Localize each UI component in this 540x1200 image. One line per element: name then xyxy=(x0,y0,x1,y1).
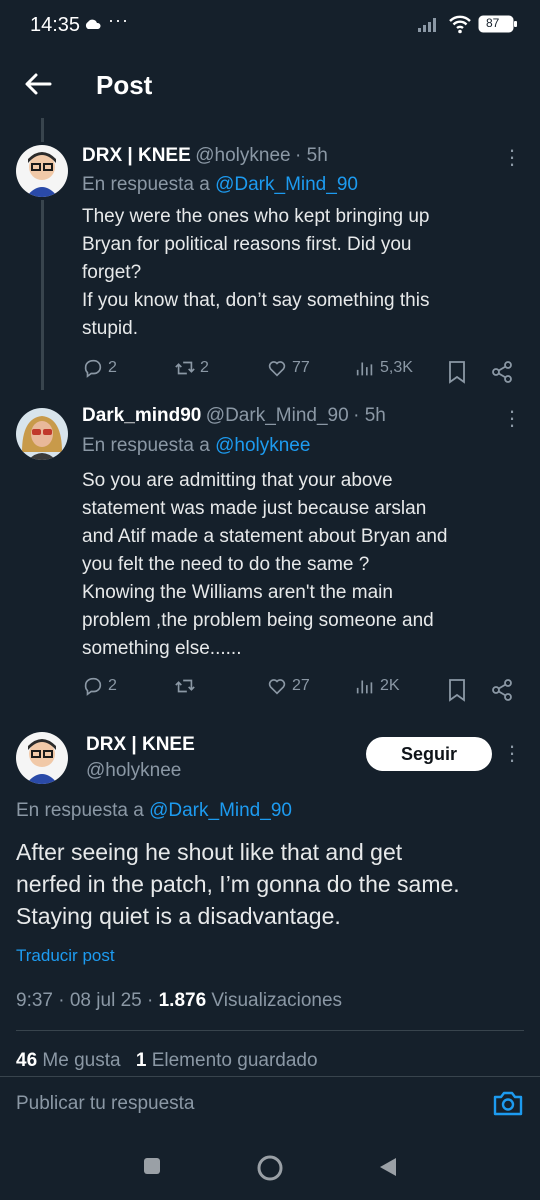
tweet-header: Dark_mind90 @Dark_Mind_90 · 5h xyxy=(82,405,386,427)
reply-context: En respuesta a @Dark_Mind_90 xyxy=(16,800,292,822)
reply-icon xyxy=(84,677,102,696)
like-button[interactable]: 77 xyxy=(266,357,310,379)
handle[interactable]: @holyknee xyxy=(195,145,290,166)
tweet-text: So you are admitting that your above sta… xyxy=(82,470,448,659)
recents-square-icon[interactable] xyxy=(143,1157,161,1175)
likes-count[interactable]: 46 xyxy=(16,1050,37,1071)
reply-context: En respuesta a @holyknee xyxy=(82,435,310,457)
reply-icon xyxy=(84,359,102,378)
tweet-actions: 2 2 77 5,3K xyxy=(82,357,522,387)
reply-count: 2 xyxy=(108,677,117,694)
thread-connector xyxy=(41,200,44,390)
reply-mention-link[interactable]: @Dark_Mind_90 xyxy=(215,174,358,195)
like-count: 27 xyxy=(292,677,310,694)
saves-count[interactable]: 1 xyxy=(136,1050,147,1071)
share-icon[interactable] xyxy=(490,360,514,384)
tweet-timestamp-row: 9:37 · 08 jul 25 · 1.876 Visualizaciones xyxy=(16,990,342,1012)
page-title: Post xyxy=(96,70,153,100)
retweet-count: 2 xyxy=(200,359,209,376)
display-name[interactable]: DRX | KNEE xyxy=(82,145,191,166)
handle[interactable]: @holyknee xyxy=(86,760,181,782)
follow-button[interactable]: Seguir xyxy=(366,737,492,771)
engagement-stats: 46 Me gusta 1 Elemento guardado xyxy=(16,1050,318,1076)
reply-prefix: En respuesta a xyxy=(16,800,144,821)
like-button[interactable]: 27 xyxy=(266,675,310,697)
views-label: Visualizaciones xyxy=(211,990,343,1011)
views-count: 2K xyxy=(380,677,400,694)
more-options-icon[interactable]: · · · xyxy=(506,400,518,436)
reply-count: 2 xyxy=(108,359,117,376)
retweet-button[interactable]: 2 xyxy=(174,357,209,379)
tweet-text: They were the ones who kept bringing up … xyxy=(82,206,430,339)
signal-icon xyxy=(418,18,436,32)
tweet-header: DRX | KNEE @holyknee · 5h xyxy=(82,145,328,167)
home-circle-icon[interactable] xyxy=(256,1154,284,1182)
camera-icon[interactable] xyxy=(492,1088,524,1118)
bookmark-icon[interactable] xyxy=(446,360,468,384)
battery-icon: 87 xyxy=(478,15,518,33)
saves-label[interactable]: Elemento guardado xyxy=(152,1050,318,1071)
status-time: 14:35 xyxy=(30,14,81,36)
main-tweet-text: After seeing he shout like that and get … xyxy=(16,839,460,929)
display-name[interactable]: DRX | KNEE xyxy=(86,734,195,756)
handle[interactable]: @Dark_Mind_90 xyxy=(206,405,349,426)
tweet-time: · 5h xyxy=(353,405,386,426)
retweet-button[interactable] xyxy=(174,675,200,697)
reply-mention-link[interactable]: @Dark_Mind_90 xyxy=(149,800,292,821)
cloud-icon xyxy=(85,19,101,29)
like-count: 77 xyxy=(292,359,310,376)
status-more-indicator: ··· xyxy=(108,10,129,30)
heart-icon xyxy=(268,361,286,377)
thread-connector xyxy=(41,118,44,142)
reply-button[interactable]: 2 xyxy=(82,675,117,697)
views-icon xyxy=(356,362,373,376)
tweet-actions: 2 27 2K xyxy=(82,675,522,705)
share-icon[interactable] xyxy=(490,678,514,702)
reply-button[interactable]: 2 xyxy=(82,357,117,379)
bookmark-icon[interactable] xyxy=(446,678,468,702)
back-arrow-icon[interactable] xyxy=(20,66,56,102)
views-icon xyxy=(356,680,373,694)
views-count: 1.876 xyxy=(158,990,207,1011)
views-button[interactable]: 5,3K xyxy=(354,357,413,379)
reply-prefix: En respuesta a xyxy=(82,435,210,456)
avatar[interactable] xyxy=(16,145,68,197)
timestamp: 9:37 · 08 jul 25 · xyxy=(16,990,159,1011)
retweet-icon xyxy=(175,679,195,693)
retweet-icon xyxy=(175,361,195,375)
views-button[interactable]: 2K xyxy=(354,675,400,697)
views-count: 5,3K xyxy=(380,359,413,376)
divider xyxy=(16,1030,524,1031)
reply-context: En respuesta a @Dark_Mind_90 xyxy=(82,174,358,196)
likes-label[interactable]: Me gusta xyxy=(42,1050,120,1071)
reply-mention-link[interactable]: @holyknee xyxy=(215,435,310,456)
reply-prefix: En respuesta a xyxy=(82,174,210,195)
avatar[interactable] xyxy=(16,408,68,460)
reply-input[interactable]: Publicar tu respuesta xyxy=(16,1093,195,1115)
more-options-icon[interactable]: · · · xyxy=(506,735,518,771)
more-options-icon[interactable]: · · · xyxy=(506,139,518,175)
translate-link[interactable]: Traducir post xyxy=(16,946,115,966)
back-triangle-icon[interactable] xyxy=(378,1156,398,1178)
avatar[interactable] xyxy=(16,732,68,784)
display-name[interactable]: Dark_mind90 xyxy=(82,405,201,426)
battery-level: 87 xyxy=(486,16,500,30)
heart-icon xyxy=(268,679,286,695)
tweet-time: · 5h xyxy=(295,145,328,166)
wifi-icon xyxy=(449,15,471,34)
